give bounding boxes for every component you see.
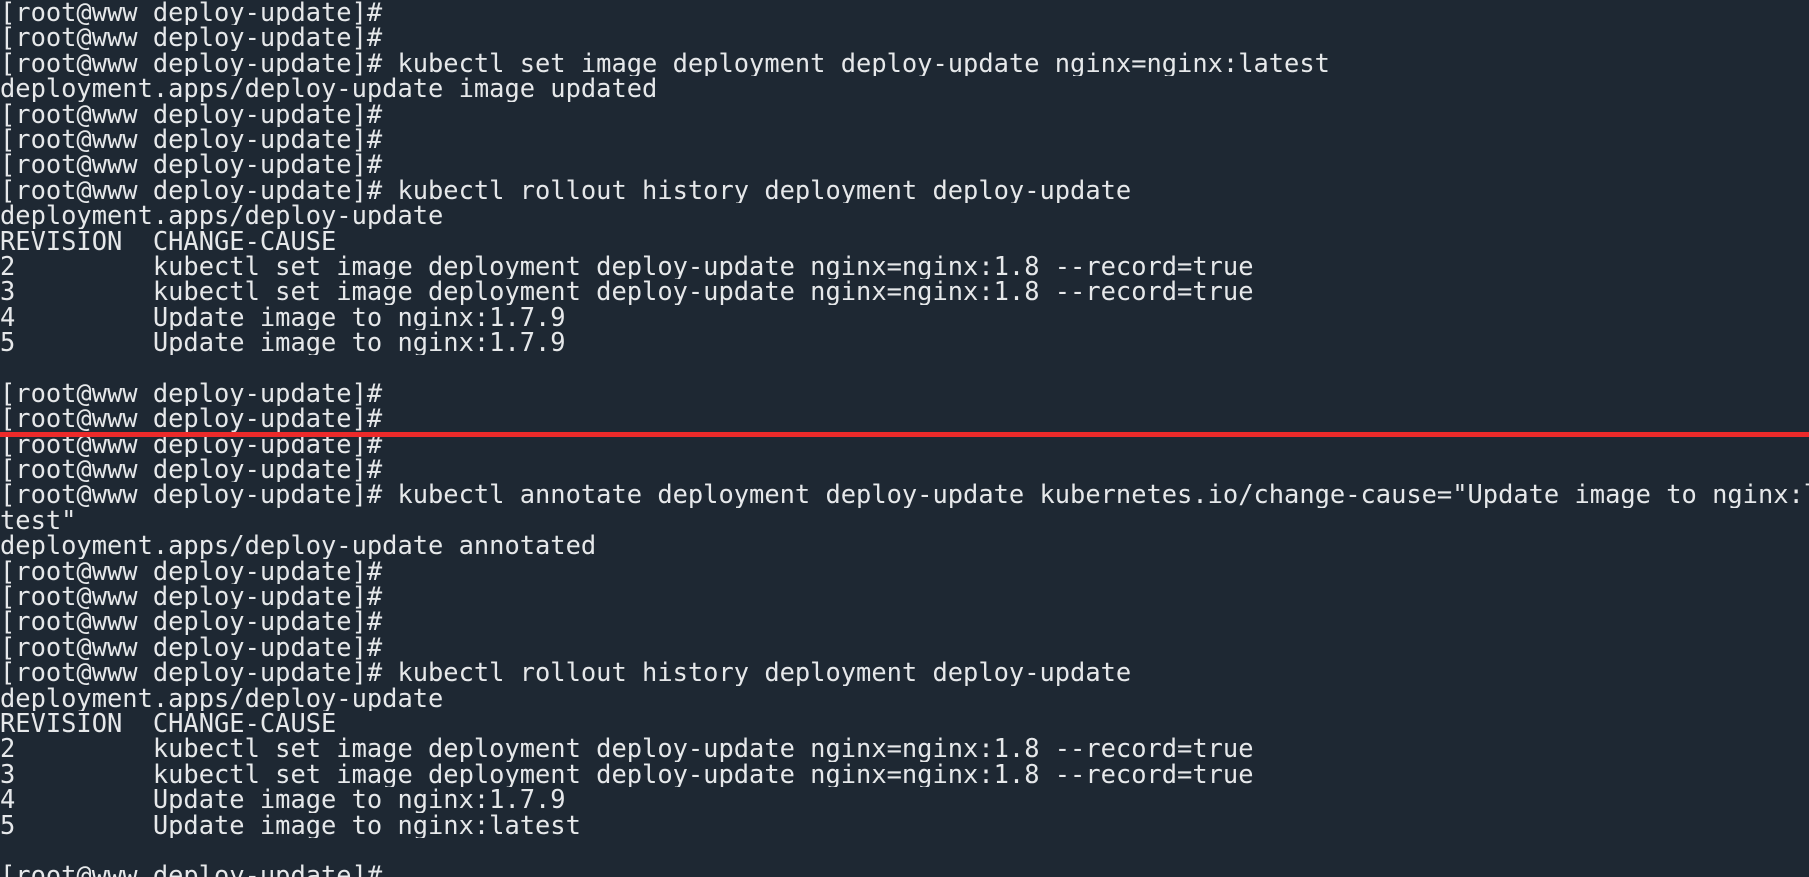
terminal-line: [root@www deploy-update]# [0, 609, 383, 635]
terminal-line: 3 kubectl set image deployment deploy-up… [0, 279, 1254, 305]
terminal-line: [root@www deploy-update]# [0, 101, 383, 127]
terminal-line: [root@www deploy-update]# kubectl set im… [0, 50, 1330, 77]
terminal-line: [root@www deploy-update]# [0, 583, 383, 610]
terminal-line: 4 Update image to nginx:1.7.9 [0, 787, 566, 813]
terminal-line: [root@www deploy-update]# [0, 380, 383, 407]
terminal-line: [root@www deploy-update]# [0, 457, 383, 483]
terminal-line: 5 Update image to nginx:latest [0, 812, 581, 838]
terminal-line: deployment.apps/deploy-update annotated [0, 533, 597, 559]
terminal-line: [root@www deploy-update]# [0, 25, 383, 51]
terminal-line: [root@www deploy-update]# kubectl rollou… [0, 660, 1132, 686]
terminal-line: REVISION CHANGE-CAUSE [0, 228, 337, 254]
terminal-line: deployment.apps/deploy-update image upda… [0, 76, 658, 102]
terminal-line: 2 kubectl set image deployment deploy-up… [0, 253, 1254, 280]
terminal-line: test" [0, 507, 77, 534]
terminal-line: [root@www deploy-update]# [0, 558, 383, 584]
terminal-line: 3 kubectl set image deployment deploy-up… [0, 761, 1254, 788]
terminal-line: [root@www deploy-update]# [0, 152, 383, 178]
terminal-line: [root@www deploy-update]# [0, 863, 1809, 877]
terminal-line: [root@www deploy-update]# [0, 431, 383, 458]
terminal-line: deployment.apps/deploy-update [0, 685, 444, 711]
terminal-window[interactable]: [root@www deploy-update]# [root@www deplo… [0, 0, 1809, 877]
terminal-line: [root@www deploy-update]# [0, 0, 383, 26]
terminal-line: [root@www deploy-update]# [0, 406, 383, 432]
terminal-line: 4 Update image to nginx:1.7.9 [0, 304, 566, 331]
terminal-line: [root@www deploy-update]# kubectl annota… [0, 482, 1809, 508]
terminal-line: REVISION CHANGE-CAUSE [0, 710, 337, 737]
terminal-scrollback[interactable]: [root@www deploy-update]# [root@www deplo… [0, 0, 1809, 877]
terminal-line: 5 Update image to nginx:1.7.9 [0, 330, 566, 356]
terminal-line: [root@www deploy-update]# kubectl rollou… [0, 177, 1132, 204]
terminal-line: deployment.apps/deploy-update [0, 203, 444, 229]
terminal-line: [root@www deploy-update]# [0, 126, 383, 153]
terminal-line: 2 kubectl set image deployment deploy-up… [0, 736, 1254, 762]
terminal-line: [root@www deploy-update]# [0, 634, 383, 661]
